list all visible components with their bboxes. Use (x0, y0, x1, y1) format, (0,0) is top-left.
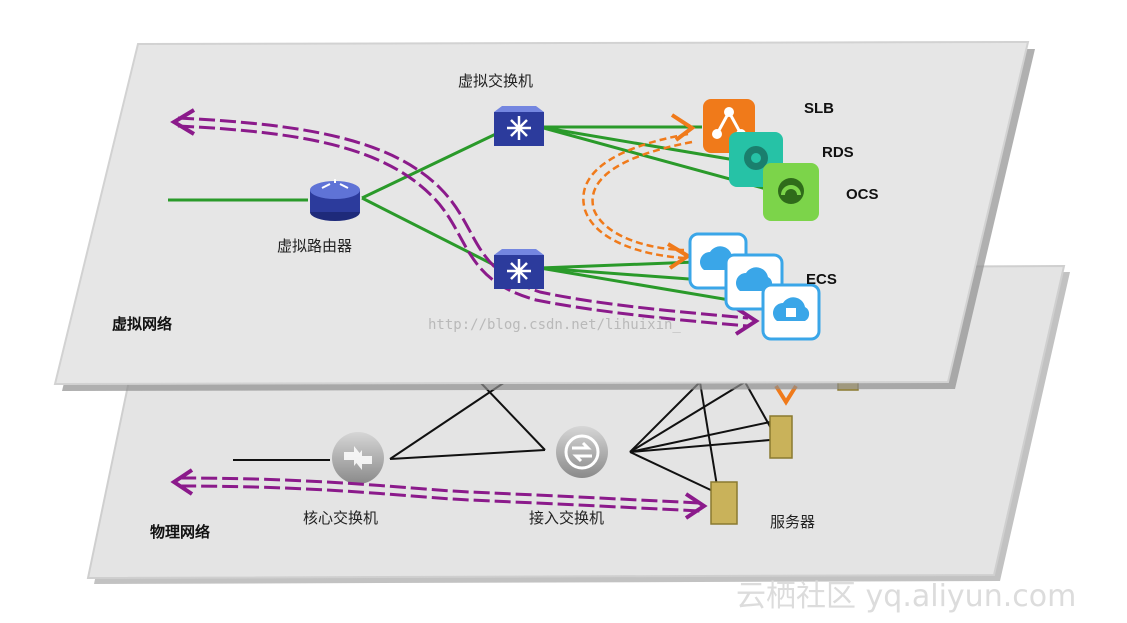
router-icon (310, 179, 360, 221)
site-watermark: 云栖社区 yq.aliyun.com (736, 579, 1076, 614)
ocs-label: OCS (846, 186, 879, 203)
ocs-icon (763, 163, 819, 221)
core-switch-label: 核心交换机 (303, 509, 378, 527)
url-watermark: http://blog.csdn.net/lihuixin_ (428, 317, 681, 333)
rds-label: RDS (822, 144, 854, 161)
physical-layer-label: 物理网络 (150, 523, 210, 541)
virtual-router-label: 虚拟路由器 (277, 237, 352, 255)
virtual-layer-label: 虚拟网络 (112, 315, 172, 333)
network-diagram: 物理网络 核心交换机 接入交换机 服务器 虚拟交换机 虚拟路由器 虚拟网络 SL… (53, 40, 1076, 614)
server-label: 服务器 (770, 513, 815, 531)
virtual-switch-icon (494, 249, 544, 289)
access-switch-icon (556, 426, 608, 478)
virtual-plane: 虚拟交换机 虚拟路由器 虚拟网络 SLB RDS OCS ECS http://… (53, 40, 1035, 391)
ecs-icon (761, 283, 821, 341)
core-switch-icon (332, 432, 384, 484)
access-switch-label: 接入交换机 (529, 509, 604, 527)
virtual-switch-label: 虚拟交换机 (458, 72, 533, 90)
slb-label: SLB (804, 100, 834, 117)
ecs-label: ECS (806, 271, 837, 288)
virtual-switch-icon (494, 106, 544, 146)
